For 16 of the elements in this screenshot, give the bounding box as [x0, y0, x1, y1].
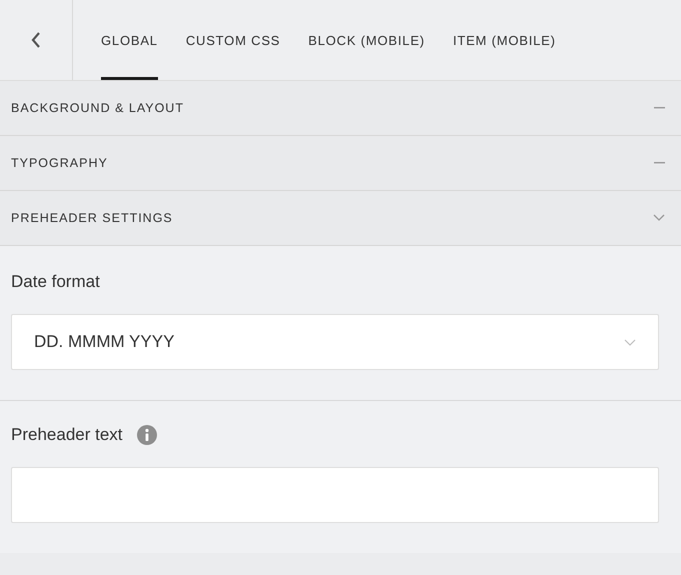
section-header[interactable]: PREHEADER SETTINGS	[0, 191, 681, 246]
tab[interactable]: ITEM (MOBILE)	[452, 0, 556, 80]
preheader-text-field[interactable]	[11, 467, 659, 523]
info-icon[interactable]	[136, 425, 157, 445]
back-icon	[30, 31, 42, 49]
field-label: Date format	[11, 272, 101, 292]
minus-icon	[654, 162, 665, 164]
section-header[interactable]: TYPOGRAPHY	[0, 136, 681, 191]
chevron-down-icon	[653, 214, 665, 222]
chevron-down-icon	[624, 338, 636, 346]
tab[interactable]: CUSTOM CSS	[186, 0, 280, 80]
date-format-select[interactable]: DD. MMMM YYYY	[11, 314, 659, 370]
section-header[interactable]: BACKGROUND & LAYOUT	[0, 81, 681, 136]
minus-icon	[654, 107, 665, 109]
field-label: Preheader text	[11, 425, 123, 445]
tab[interactable]: BLOCK (MOBILE)	[308, 0, 425, 80]
